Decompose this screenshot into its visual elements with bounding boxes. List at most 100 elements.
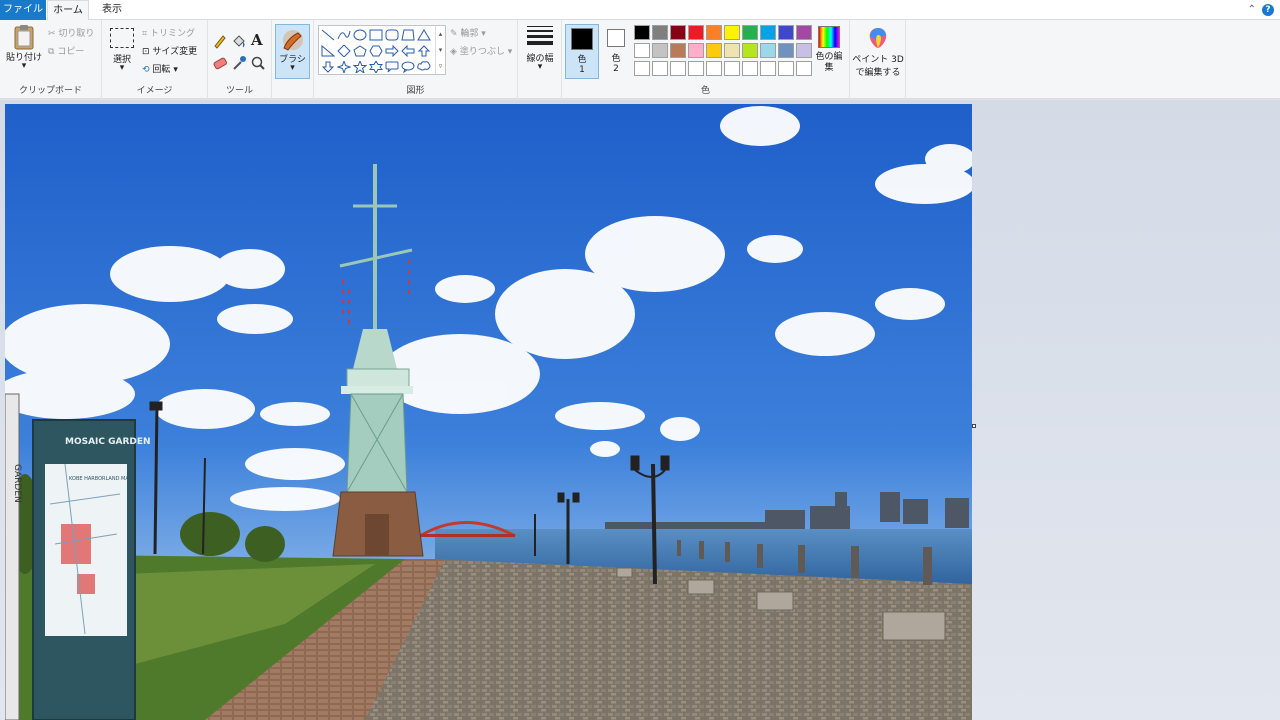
group-clipboard: 貼り付け ▾ ✂ 切り取り ⧉ コピー クリップボード xyxy=(0,20,102,99)
curve-shape-icon[interactable] xyxy=(336,28,352,42)
custom-color-slot[interactable] xyxy=(724,61,740,76)
palette-color-swatch[interactable] xyxy=(778,25,794,40)
select-button[interactable]: 選択 ▾ xyxy=(108,28,136,73)
palette-color-swatch[interactable] xyxy=(796,43,812,58)
custom-color-slot[interactable] xyxy=(670,61,686,76)
palette-color-swatch[interactable] xyxy=(796,25,812,40)
canvas-image[interactable]: MOSAIC GARDEN KOBE HARBORLAND MAP GARDEN xyxy=(5,104,972,720)
copy-button[interactable]: ⧉ コピー xyxy=(48,44,84,57)
palette-color-swatch[interactable] xyxy=(652,43,668,58)
palette-color-swatch[interactable] xyxy=(670,43,686,58)
custom-color-slot[interactable] xyxy=(634,61,650,76)
collapse-ribbon-icon[interactable]: ⌃ xyxy=(1248,4,1256,15)
palette-color-swatch[interactable] xyxy=(634,43,650,58)
palette-color-swatch[interactable] xyxy=(724,25,740,40)
cloud-callout-shape-icon[interactable] xyxy=(416,60,432,74)
custom-color-slot[interactable] xyxy=(688,61,704,76)
oval-callout-shape-icon[interactable] xyxy=(400,60,416,74)
palette-color-swatch[interactable] xyxy=(778,43,794,58)
fill-icon: ◈ xyxy=(450,47,457,57)
crop-button[interactable]: ⌗ トリミング xyxy=(142,26,195,39)
right-arrow-shape-icon[interactable] xyxy=(384,44,400,58)
paint3d-label-1: ペイント 3D xyxy=(852,55,904,65)
color2-button[interactable]: 色 2 xyxy=(602,24,630,79)
size-button[interactable]: 線の幅 ▾ xyxy=(522,26,558,72)
cut-button[interactable]: ✂ 切り取り xyxy=(48,26,94,39)
palette-color-swatch[interactable] xyxy=(742,25,758,40)
tab-home[interactable]: ホーム xyxy=(47,0,89,21)
custom-color-slot[interactable] xyxy=(778,61,794,76)
four-point-star-shape-icon[interactable] xyxy=(336,60,352,74)
line-shape-icon[interactable] xyxy=(320,28,336,42)
custom-color-slot[interactable] xyxy=(652,61,668,76)
paint-window: ファイル ホーム 表示 ⌃ ? 貼り付け ▾ ✂ 切り取り ⧉ コピー クリップ… xyxy=(0,0,1280,720)
custom-color-slot[interactable] xyxy=(796,61,812,76)
fill-button[interactable]: ◈ 塗りつぶし ▾ xyxy=(450,44,512,57)
text-tool-icon[interactable]: A xyxy=(251,31,263,49)
palette-color-swatch[interactable] xyxy=(670,25,686,40)
rounded-rectangle-shape-icon[interactable] xyxy=(384,28,400,42)
rounded-callout-shape-icon[interactable] xyxy=(384,60,400,74)
edit-colors-label: 色の編集 xyxy=(815,52,843,73)
fill-bucket-icon[interactable] xyxy=(231,33,247,49)
diamond-shape-icon[interactable] xyxy=(336,44,352,58)
pencil-icon[interactable] xyxy=(212,33,228,49)
outline-button[interactable]: ✎ 輪郭 ▾ xyxy=(450,26,486,39)
right-triangle-shape-icon[interactable] xyxy=(320,44,336,58)
color1-label: 色 xyxy=(577,55,587,65)
up-arrow-shape-icon[interactable] xyxy=(416,44,432,58)
custom-color-slot[interactable] xyxy=(760,61,776,76)
palette-color-swatch[interactable] xyxy=(760,43,776,58)
pentagon-shape-icon[interactable] xyxy=(352,44,368,58)
rectangle-shape-icon[interactable] xyxy=(368,28,384,42)
group-label-colors: 色 xyxy=(700,86,710,96)
tab-view[interactable]: 表示 xyxy=(92,0,132,20)
eraser-icon[interactable] xyxy=(212,55,228,71)
six-point-star-shape-icon[interactable] xyxy=(368,60,384,74)
color1-button[interactable]: 色 1 xyxy=(565,24,599,79)
palette-color-swatch[interactable] xyxy=(706,25,722,40)
help-icon[interactable]: ? xyxy=(1262,4,1274,16)
group-label-shapes: 図形 xyxy=(406,86,425,96)
polygon-shape-icon[interactable] xyxy=(400,28,416,42)
edit-colors-button[interactable]: 色の編集 xyxy=(814,26,844,74)
palette-color-swatch[interactable] xyxy=(706,43,722,58)
sign-side-text: GARDEN xyxy=(12,464,22,503)
paint3d-label-2: で編集する xyxy=(855,68,901,78)
ribbon-tab-bar: ファイル ホーム 表示 ⌃ ? xyxy=(0,0,1280,21)
palette-color-swatch[interactable] xyxy=(724,43,740,58)
color-picker-icon[interactable] xyxy=(231,55,247,71)
oval-shape-icon[interactable] xyxy=(352,28,368,42)
palette-color-swatch[interactable] xyxy=(652,25,668,40)
edit-with-paint3d-button[interactable]: ペイント 3D で編集する xyxy=(852,26,904,78)
tab-file[interactable]: ファイル xyxy=(0,0,46,20)
brush-icon xyxy=(282,30,303,51)
group-tools: A ツール xyxy=(208,20,272,99)
rotate-button[interactable]: ⟲ 回転 ▾ xyxy=(142,62,178,75)
magnifier-icon[interactable] xyxy=(250,55,266,71)
hexagon-shape-icon[interactable] xyxy=(368,44,384,58)
outline-label: 輪郭 xyxy=(460,29,479,39)
paste-button[interactable]: 貼り付け ▾ xyxy=(6,24,42,76)
palette-color-swatch[interactable] xyxy=(760,25,776,40)
resize-button[interactable]: ⊡ サイズ変更 xyxy=(142,44,197,57)
triangle-shape-icon[interactable] xyxy=(416,28,432,42)
custom-color-slot[interactable] xyxy=(706,61,722,76)
palette-color-swatch[interactable] xyxy=(742,43,758,58)
group-image: 選択 ▾ ⌗ トリミング ⊡ サイズ変更 ⟲ 回転 ▾ イメージ xyxy=(102,20,208,99)
color-spectrum-icon xyxy=(818,26,840,48)
shapes-scroll[interactable]: ▴ ▾ ▿ xyxy=(435,26,445,74)
brushes-button[interactable]: ブラシ ▾ xyxy=(275,24,310,79)
palette-color-swatch[interactable] xyxy=(688,25,704,40)
ribbon: 貼り付け ▾ ✂ 切り取り ⧉ コピー クリップボード 選択 ▾ ⌗ トリミング… xyxy=(0,20,1280,99)
custom-color-slot[interactable] xyxy=(742,61,758,76)
left-arrow-shape-icon[interactable] xyxy=(400,44,416,58)
down-arrow-shape-icon[interactable] xyxy=(320,60,336,74)
paint3d-icon xyxy=(869,28,887,48)
copy-icon: ⧉ xyxy=(48,47,55,57)
copy-label: コピー xyxy=(57,47,85,57)
canvas-resize-handle[interactable] xyxy=(972,424,976,428)
palette-color-swatch[interactable] xyxy=(688,43,704,58)
palette-color-swatch[interactable] xyxy=(634,25,650,40)
five-point-star-shape-icon[interactable] xyxy=(352,60,368,74)
